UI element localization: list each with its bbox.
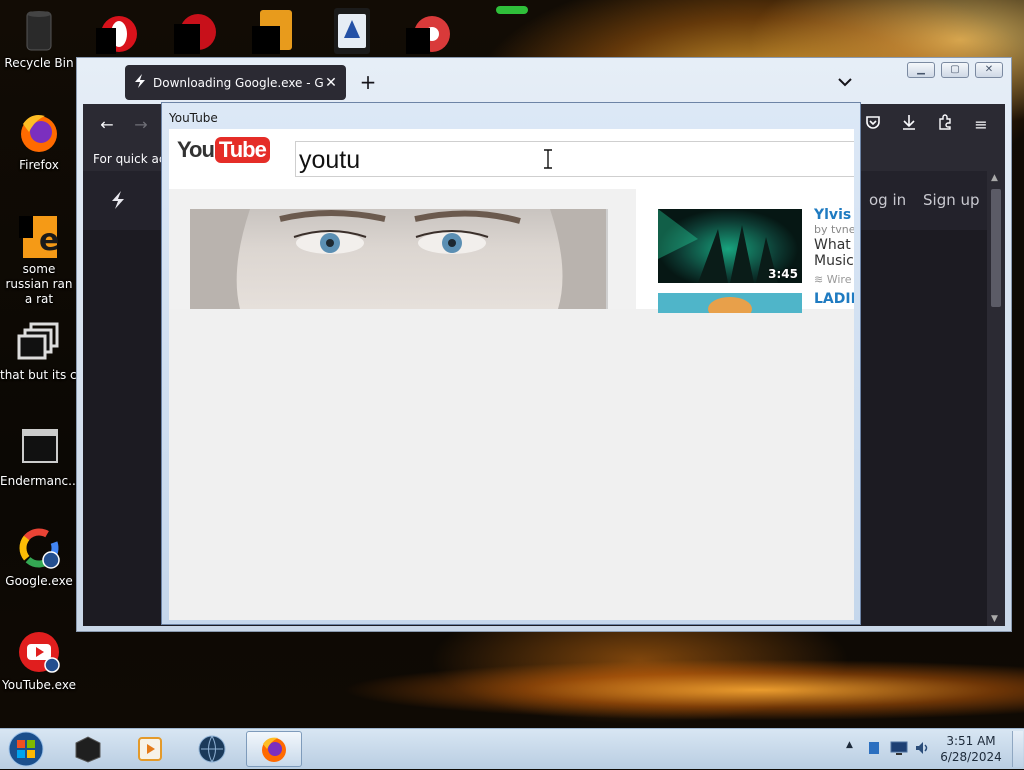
video-title-link[interactable]: Ylvis - [814,207,854,223]
clock-date: 6/28/2024 [940,750,1002,764]
tab-title: Downloading Google.exe - Gam [153,75,324,90]
pocket-icon[interactable] [861,113,885,137]
folder-app-icon[interactable] [252,8,298,54]
video-meta-text: Wire [826,273,852,286]
maximize-button[interactable]: ▢ [941,62,969,78]
close-window-button[interactable]: ✕ [975,62,1003,78]
desktop-icon-label: some russian ran a rat [5,262,73,306]
featured-video-thumbnail[interactable] [190,209,608,309]
media-player-icon [138,737,162,761]
text-cursor-icon [543,149,553,169]
video-meta: ≋ Wire [814,273,851,286]
site-login-link[interactable]: og in [869,191,906,209]
red-app-icon[interactable] [174,8,220,54]
video-desc-line: Music [814,253,854,269]
desktop-icon-recycle-bin[interactable]: Recycle Bin [0,8,78,71]
browser-scrollbar[interactable]: ▲ ▼ [987,171,1005,626]
video-thumbnail[interactable]: 3:45 [658,209,802,283]
desktop-icon-google-exe[interactable]: Google.exe [0,526,78,589]
youtube-search-input[interactable]: youtu [295,141,854,177]
desktop-icon-endermanch[interactable]: Endermanc... [0,426,80,489]
ie-style-icon: e [17,214,61,258]
system-clock[interactable]: 3:51 AM 6/28/2024 [934,733,1008,765]
next-video-image [708,297,752,313]
desktop-icon-youtube-exe[interactable]: YouTube.exe [0,630,78,693]
window-title: YouTube [169,111,218,125]
scroll-down-icon[interactable]: ▼ [991,614,998,624]
clock-time: 3:51 AM [946,734,996,748]
desktop-icon-label: that but its c# [0,368,87,382]
chrome-like-icon[interactable] [406,8,452,54]
desktop-icon-label: YouTube.exe [2,678,76,692]
menu-icon[interactable]: ≡ [969,113,993,137]
desktop-icon-russian-rat[interactable]: e some russian ran a rat [0,214,78,307]
list-tabs-button[interactable] [835,72,855,92]
tray-app-icon[interactable] [866,740,882,759]
volume-icon[interactable] [914,740,930,759]
youtube-page: You Tube youtu 3:45 Ylvis by tvne What M… [169,129,854,313]
site-signup-link[interactable]: Sign up [923,191,980,209]
desktop-icon-label: Endermanc... [0,474,80,488]
youtube-app-window: YouTube You Tube youtu 3:45 Ylvis by tvn… [161,102,861,625]
show-desktop-button[interactable] [1012,731,1023,767]
logo-tube-text: Tube [214,137,270,163]
browser-tab[interactable]: Downloading Google.exe - Gam ✕ [125,65,346,100]
logo-you-text: You [177,137,215,162]
new-tab-button[interactable]: + [357,70,379,94]
opera-icon[interactable] [96,8,142,54]
bolt-icon [133,74,147,91]
box-icon [75,736,101,763]
recycle-bin-icon [17,8,61,52]
green-app-icon[interactable] [496,0,542,18]
downloads-icon[interactable] [897,113,921,137]
face-image [190,209,608,309]
desktop-icon-label: Recycle Bin [4,56,74,70]
scroll-up-icon[interactable]: ▲ [991,173,998,183]
google-icon [17,526,61,570]
desktop-icon-label: Firefox [19,158,59,172]
video-title-link[interactable]: LADIE [814,291,854,307]
taskbar-app-media[interactable] [122,731,178,767]
minimize-button[interactable]: ▁ [907,62,935,78]
youtube-logo[interactable]: You Tube [177,137,270,163]
youtube-viewport: You Tube youtu 3:45 Ylvis by tvne What M… [169,129,854,620]
taskbar-app-globe[interactable] [184,731,240,767]
windows-stack-icon [17,320,61,364]
taskbar-app-box[interactable] [60,731,116,767]
video-duration: 3:45 [768,267,798,281]
desktop-icon-csharp[interactable]: that but its c# [0,320,87,383]
svg-text:e: e [39,223,59,258]
console-icon [17,426,61,470]
forward-button[interactable]: → [129,113,153,137]
globe-icon [198,735,226,764]
taskbar-app-firefox[interactable] [246,731,302,767]
network-icon[interactable] [890,740,908,759]
video-desc-line: What [814,237,851,253]
scroll-thumb[interactable] [991,189,1001,307]
video-thumbnail[interactable] [658,293,802,313]
youtube-icon [17,630,61,674]
related-videos: 3:45 Ylvis - by tvne What Music ≋ Wire L… [636,189,854,313]
desktop-icon-label: Google.exe [5,574,73,588]
start-button[interactable] [6,731,46,767]
youtube-body: 3:45 Ylvis - by tvne What Music ≋ Wire L… [169,189,854,313]
firefox-icon [17,110,61,154]
desktop-icon-firefox[interactable]: Firefox [0,110,78,173]
back-button[interactable]: ← [95,113,119,137]
close-tab-icon[interactable]: ✕ [324,75,338,91]
solitaire-icon[interactable] [330,8,376,54]
taskbar: ▲ 3:51 AM 6/28/2024 [0,728,1024,769]
show-hidden-icons[interactable]: ▲ [846,740,853,750]
site-bolt-icon [109,191,127,212]
extensions-icon[interactable] [933,113,957,137]
video-channel: by tvne [814,223,854,236]
firefox-icon [262,737,286,762]
network-icon: ≋ [814,273,827,286]
